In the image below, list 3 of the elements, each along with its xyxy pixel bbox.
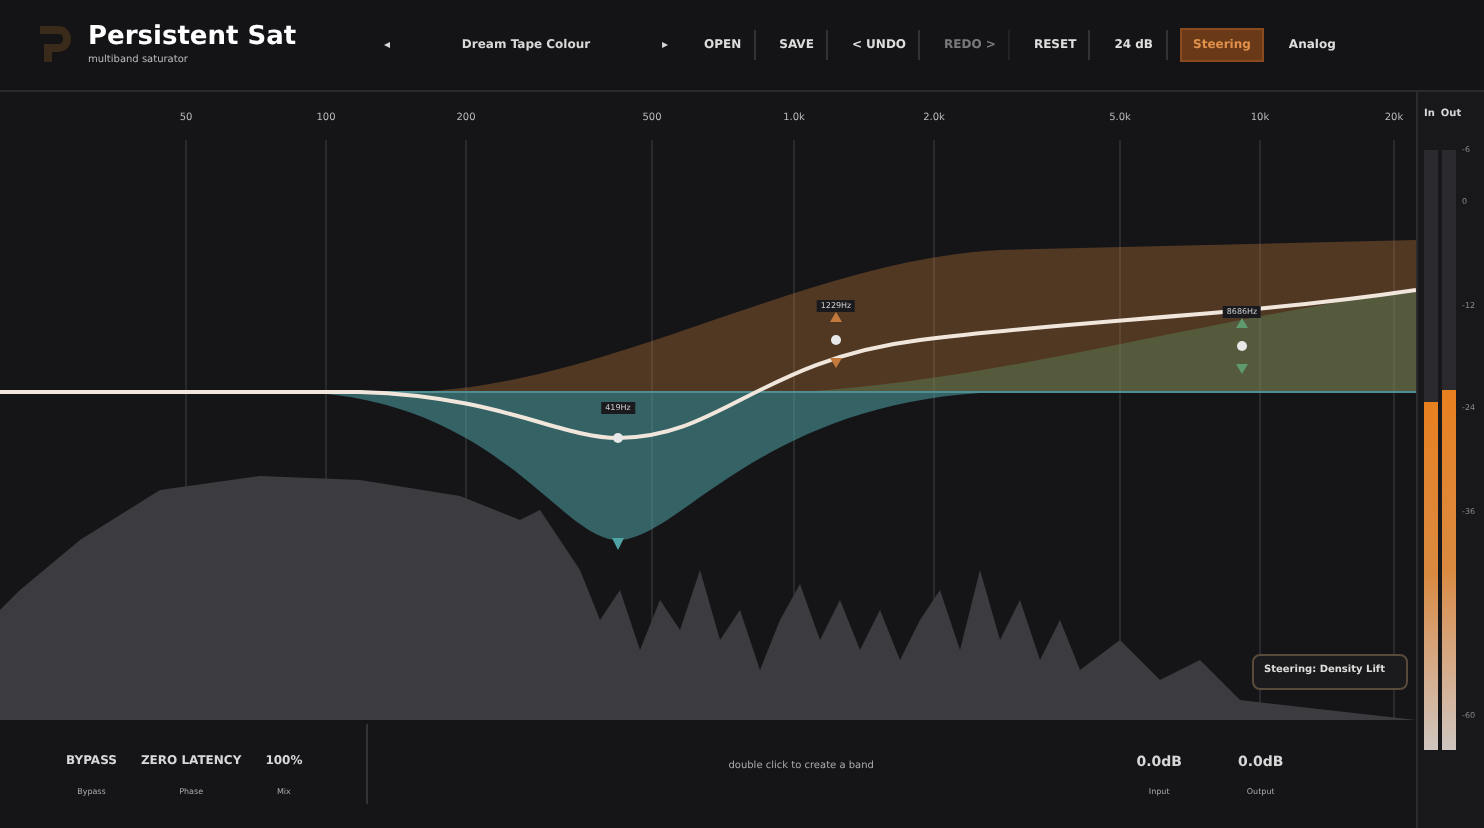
eq-curve-drawing[interactable] (0, 140, 1416, 720)
logo-icon (36, 25, 72, 65)
app-title: Persistent Sat (88, 21, 299, 54)
